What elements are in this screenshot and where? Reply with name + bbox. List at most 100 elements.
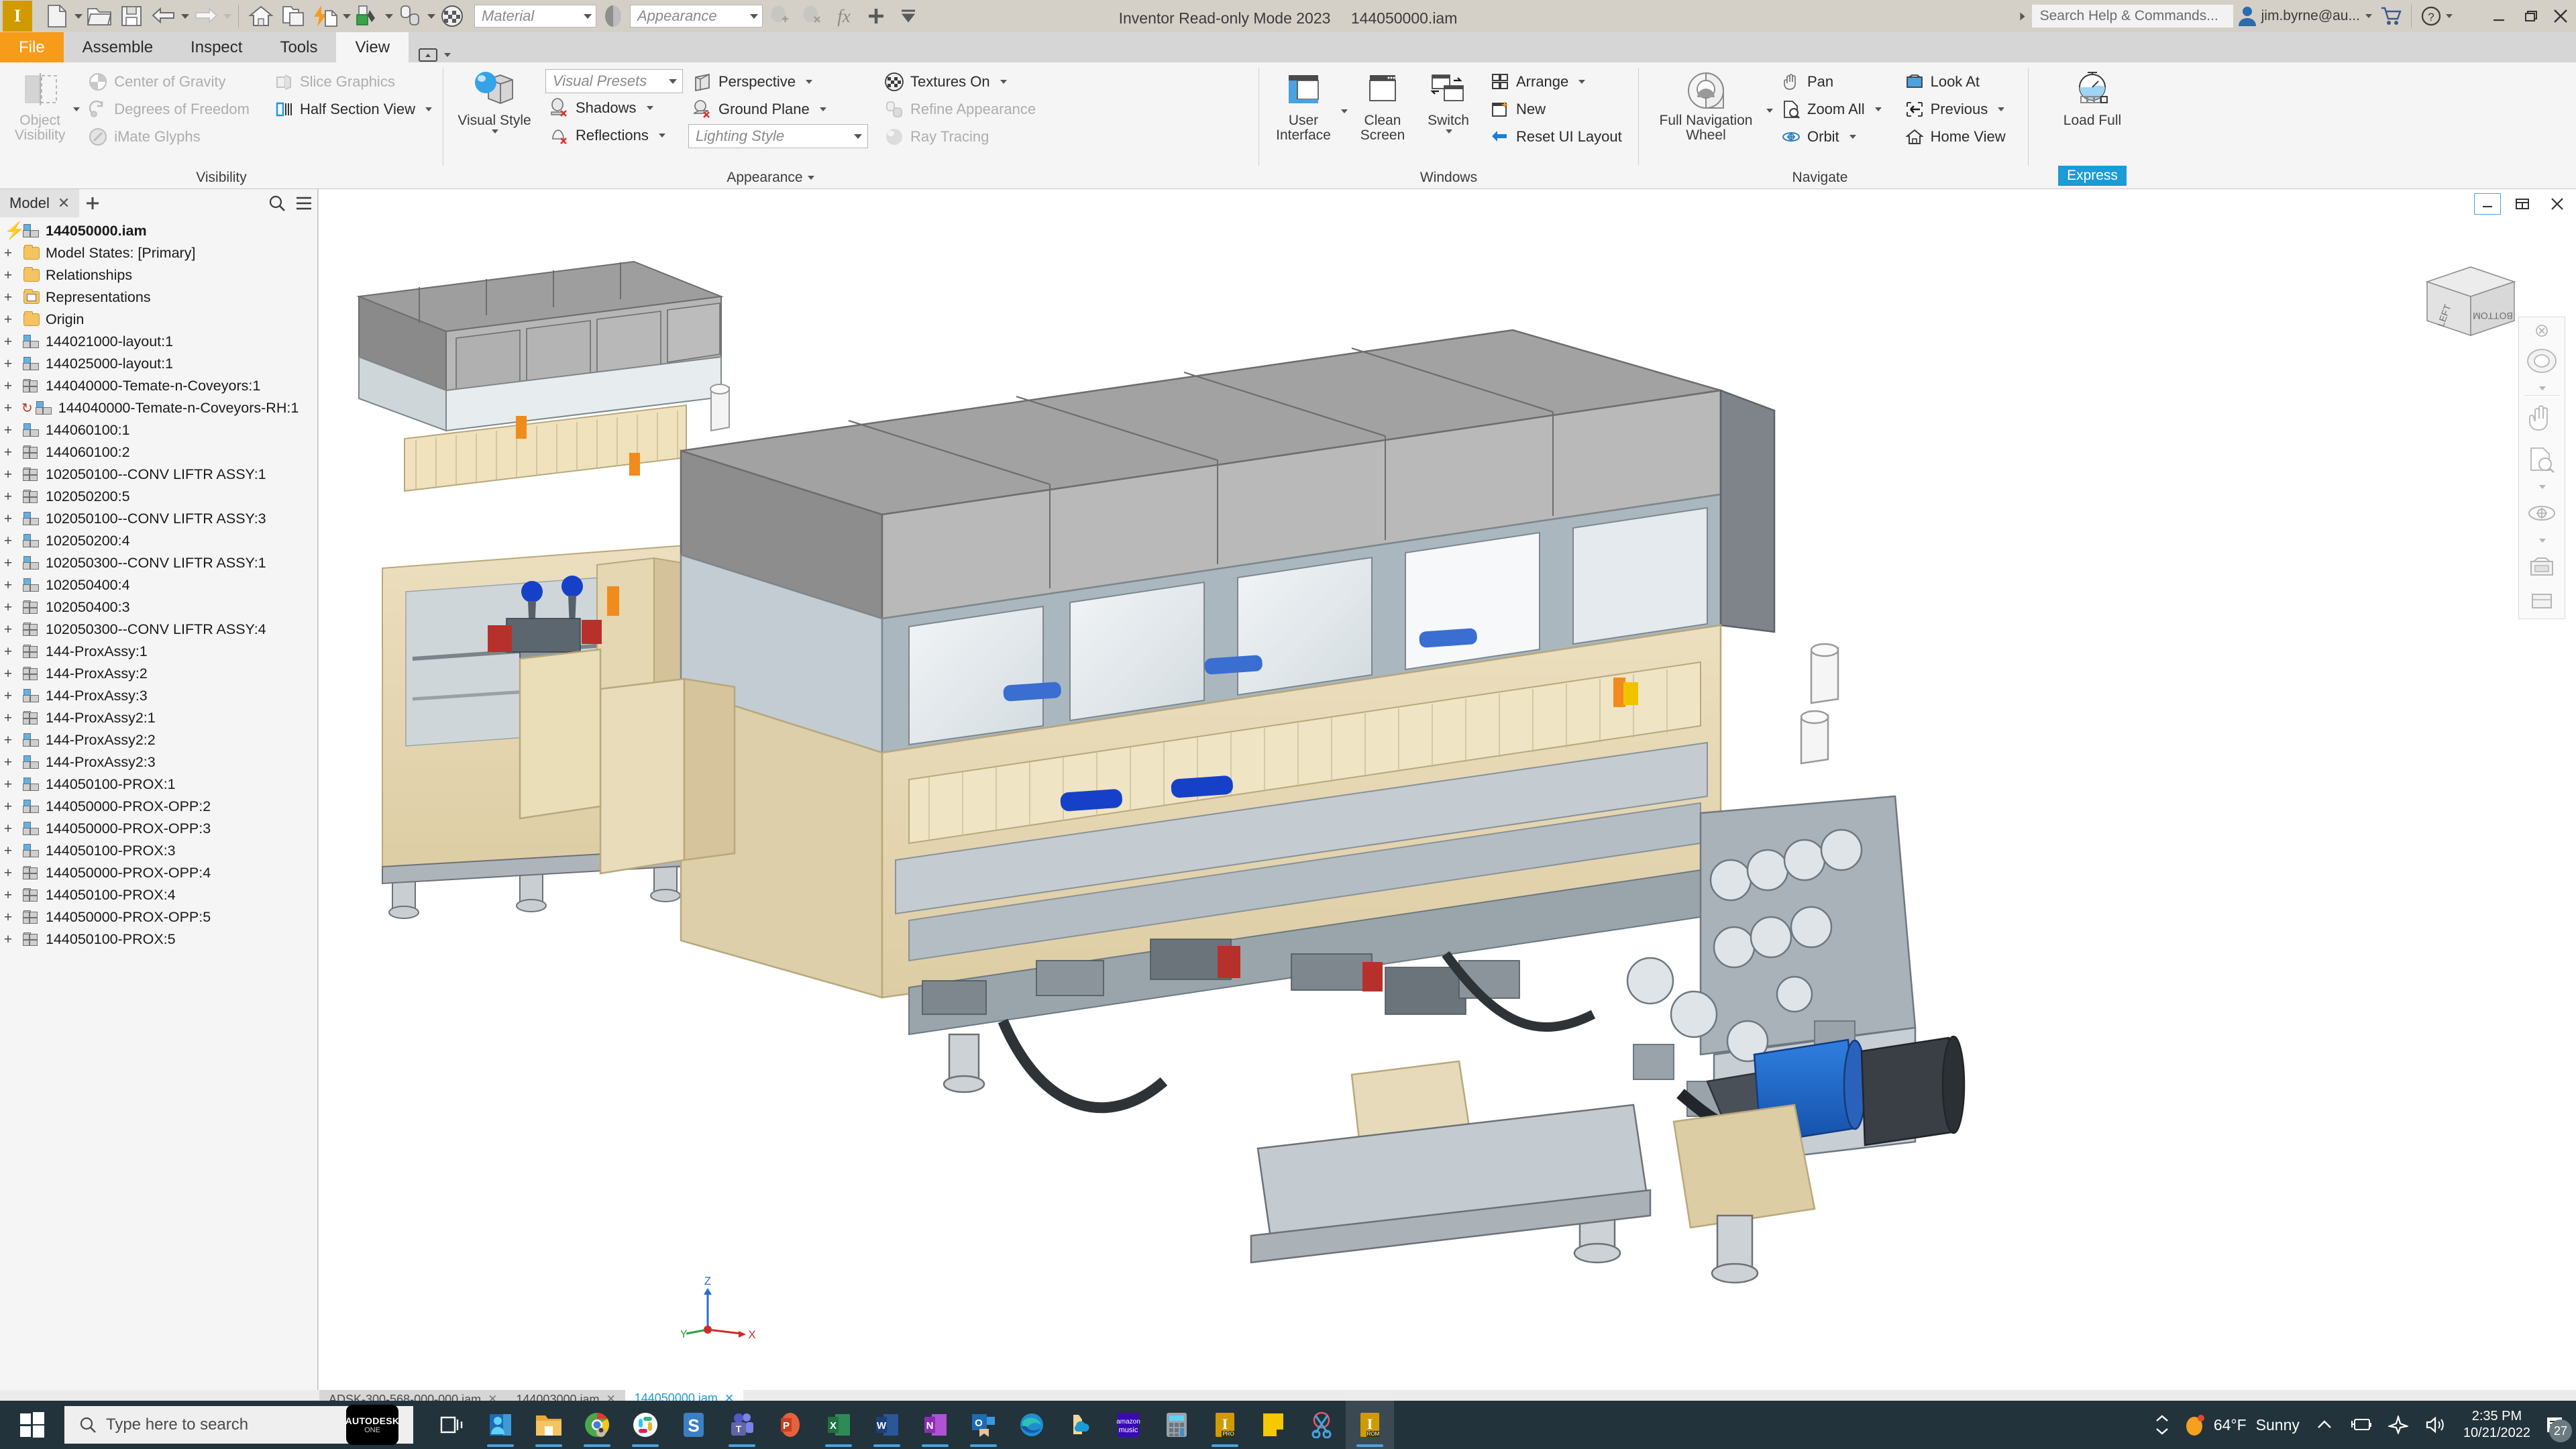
onedrive-icon[interactable] xyxy=(1056,1401,1104,1449)
tree-node-17[interactable]: +102050300--CONV LIFTR ASSY:4 xyxy=(0,619,317,641)
switch-windows-button[interactable]: Switch xyxy=(1416,66,1481,134)
navigation-wheel-dropdown-icon[interactable] xyxy=(1766,109,1773,113)
undo-icon[interactable] xyxy=(148,1,179,31)
tree-node-19[interactable]: +144-ProxAssy:2 xyxy=(0,663,317,685)
tree-expand-icon[interactable]: + xyxy=(0,799,16,815)
tree-node-root[interactable]: ⚡ 144050000.iam xyxy=(0,220,317,242)
tree-expand-icon[interactable]: + xyxy=(0,467,16,483)
clean-screen-button[interactable]: Clean Screen xyxy=(1349,66,1416,143)
tree-node-26[interactable]: +144050000-PROX-OPP:3 xyxy=(0,818,317,840)
tree-node-2[interactable]: + Representations xyxy=(0,286,317,309)
tree-node-13[interactable]: +102050200:4 xyxy=(0,530,317,552)
volume-icon[interactable] xyxy=(2416,1416,2454,1434)
arrange-button[interactable]: Arrange xyxy=(1486,69,1626,95)
search-icon[interactable] xyxy=(264,189,290,217)
imate-glyphs-button[interactable]: iMate Glyphs xyxy=(84,124,254,150)
refine-appearance-button[interactable]: Refine Appearance xyxy=(880,97,1040,122)
ribbon-tab-assemble[interactable]: Assemble xyxy=(64,32,172,62)
zoom-icon[interactable] xyxy=(2519,439,2565,480)
tree-expand-icon[interactable]: + xyxy=(0,910,16,926)
tree-node-1[interactable]: + Relationships xyxy=(0,264,317,286)
tree-expand-icon[interactable]: + xyxy=(0,356,16,372)
tree-node-4[interactable]: +144021000-layout:1 xyxy=(0,331,317,353)
chevron-down-icon[interactable] xyxy=(1874,107,1882,111)
tree-expand-icon[interactable]: + xyxy=(0,865,16,881)
tree-expand-icon[interactable]: + xyxy=(0,246,16,262)
airplane-mode-icon[interactable] xyxy=(2380,1415,2416,1434)
ribbon-tab-inspect[interactable]: Inspect xyxy=(172,32,261,62)
chrome-icon[interactable] xyxy=(573,1401,621,1449)
tree-expand-icon[interactable]: + xyxy=(0,312,16,328)
tree-expand-icon[interactable]: + xyxy=(0,755,16,771)
pan-button[interactable]: Pan xyxy=(1777,69,1886,95)
tree-node-16[interactable]: +102050400:3 xyxy=(0,596,317,619)
tree-node-30[interactable]: +144050000-PROX-OPP:5 xyxy=(0,906,317,928)
cart-icon[interactable] xyxy=(2376,0,2406,32)
express-mode-icon[interactable] xyxy=(310,1,341,31)
tree-node-9[interactable]: +144060100:2 xyxy=(0,441,317,464)
tree-node-12[interactable]: +102050100--CONV LIFTR ASSY:3 xyxy=(0,508,317,530)
lighting-style-dropdown[interactable]: Lighting Style xyxy=(688,124,868,148)
navbar-wheel-dropdown-icon[interactable] xyxy=(2519,382,2565,394)
navbar-zoom-dropdown-icon[interactable] xyxy=(2519,480,2565,492)
tree-expand-icon[interactable]: + xyxy=(0,511,16,527)
redo-dropdown-icon[interactable] xyxy=(223,13,231,19)
viewport-restore-button[interactable] xyxy=(2509,193,2536,215)
orbit-icon[interactable] xyxy=(2519,492,2565,534)
new-window-button[interactable]: New xyxy=(1486,97,1626,122)
reset-ui-layout-button[interactable]: Reset UI Layout xyxy=(1486,124,1626,150)
tree-node-29[interactable]: +144050100-PROX:4 xyxy=(0,884,317,906)
degrees-of-freedom-button[interactable]: Degrees of Freedom xyxy=(84,97,254,122)
close-icon[interactable]: ✕ xyxy=(58,195,70,212)
chevron-down-icon[interactable] xyxy=(819,107,826,111)
tree-node-27[interactable]: +144050100-PROX:3 xyxy=(0,840,317,862)
ribbon-tab-file[interactable]: File xyxy=(0,32,64,62)
switch-dropdown-icon[interactable] xyxy=(1445,129,1452,134)
tree-node-18[interactable]: +144-ProxAssy:1 xyxy=(0,641,317,663)
navbar-close-icon[interactable] xyxy=(2519,321,2565,340)
inventor-pro-icon[interactable]: I PRO xyxy=(1201,1401,1249,1449)
tree-node-14[interactable]: +102050300--CONV LIFTR ASSY:1 xyxy=(0,552,317,574)
home-view-button[interactable]: Home View xyxy=(1900,124,2010,150)
user-interface-button[interactable]: User Interface xyxy=(1266,66,1341,143)
tree-expand-icon[interactable]: + xyxy=(0,334,16,350)
slack-icon[interactable] xyxy=(621,1401,669,1449)
previous-view-button[interactable]: Previous xyxy=(1900,97,2010,122)
tree-node-21[interactable]: +144-ProxAssy2:1 xyxy=(0,707,317,729)
view-cube[interactable]: LEFT BOTTOM xyxy=(2420,250,2521,350)
visual-presets-dropdown[interactable]: Visual Presets xyxy=(545,69,683,93)
appearance-dropdown-icon[interactable] xyxy=(385,13,393,19)
select-icon[interactable] xyxy=(394,1,425,31)
add-to-toolbar-icon[interactable] xyxy=(861,1,892,31)
tree-node-10[interactable]: +102050100--CONV LIFTR ASSY:1 xyxy=(0,464,317,486)
word-icon[interactable]: W xyxy=(863,1401,911,1449)
half-section-view-button[interactable]: Half Section View xyxy=(270,97,436,122)
tree-expand-icon[interactable]: + xyxy=(0,644,16,660)
chevron-down-icon[interactable] xyxy=(658,133,665,138)
chevron-down-icon[interactable] xyxy=(1578,80,1586,84)
powerpoint-icon[interactable]: P xyxy=(766,1401,814,1449)
edge-icon[interactable] xyxy=(1008,1401,1056,1449)
zoom-all-button[interactable]: Zoom All xyxy=(1777,97,1886,122)
expand-search-icon[interactable] xyxy=(2020,12,2025,20)
teams-people-icon[interactable] xyxy=(476,1401,525,1449)
chevron-down-icon[interactable] xyxy=(805,80,812,84)
viewport-close-button[interactable] xyxy=(2544,193,2571,215)
microsoft-teams-icon[interactable]: T xyxy=(718,1401,766,1449)
tree-expand-icon[interactable]: + xyxy=(0,489,16,505)
textures-on-button[interactable]: Textures On xyxy=(880,69,1040,95)
appearance-swatch-icon[interactable] xyxy=(352,1,383,31)
ground-plane-button[interactable]: Ground Plane xyxy=(688,97,868,122)
perspective-button[interactable]: Perspective xyxy=(688,69,868,95)
tree-node-25[interactable]: +144050000-PROX-OPP:2 xyxy=(0,796,317,818)
tree-node-11[interactable]: +102050200:5 xyxy=(0,486,317,508)
object-visibility-button[interactable]: Object Visibility xyxy=(7,66,73,143)
home-icon[interactable] xyxy=(246,1,276,31)
tree-expand-icon[interactable]: + xyxy=(0,533,16,549)
excel-icon[interactable]: X xyxy=(814,1401,863,1449)
tree-expand-icon[interactable]: + xyxy=(0,777,16,793)
navbar-navigation-wheel-icon[interactable] xyxy=(2519,340,2565,382)
load-full-button[interactable]: Load Full xyxy=(2045,66,2139,128)
window-close-button[interactable] xyxy=(2545,0,2576,32)
weather-widget[interactable]: 64°F Sunny xyxy=(2176,1413,2308,1437)
